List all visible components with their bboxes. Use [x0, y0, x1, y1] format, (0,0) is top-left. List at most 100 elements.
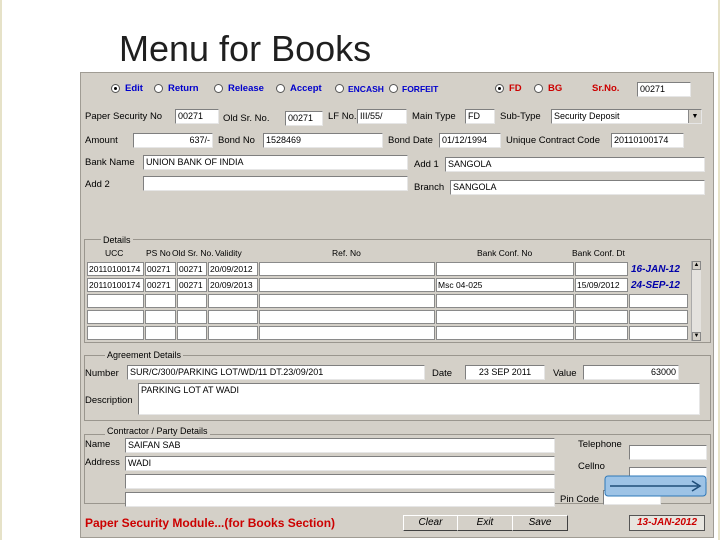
- grid-cell[interactable]: 00271: [145, 262, 176, 276]
- grid-cell[interactable]: [208, 294, 258, 308]
- grid-cell[interactable]: [208, 326, 258, 340]
- contractor-name-label: Name: [85, 439, 111, 450]
- grid-cell[interactable]: [259, 294, 435, 308]
- grid-cell[interactable]: [436, 262, 574, 276]
- grid-date-cell: 16-JAN-12: [631, 264, 680, 275]
- grid-cell[interactable]: [145, 326, 176, 340]
- agreement-value-field[interactable]: 63000: [583, 365, 679, 380]
- unique-contract-code-field[interactable]: 20110100174: [611, 133, 684, 148]
- grid-cell[interactable]: [629, 310, 688, 324]
- radio-accept[interactable]: [276, 84, 285, 93]
- col-header-bank-conf-no: Bank Conf. No: [477, 248, 533, 258]
- grid-cell[interactable]: 15/09/2012: [575, 278, 628, 292]
- bond-no-label: Bond No: [218, 135, 255, 146]
- col-header-ucc: UCC: [105, 248, 124, 258]
- bond-no-field[interactable]: 1528469: [263, 133, 383, 148]
- branch-label: Branch: [414, 182, 445, 193]
- radio-accept-label: Accept: [290, 83, 322, 94]
- grid-cell[interactable]: [436, 310, 574, 324]
- agreement-description-field[interactable]: PARKING LOT AT WADI: [138, 383, 700, 415]
- lf-no-field[interactable]: III/55/: [357, 109, 407, 124]
- bank-name-field[interactable]: UNION BANK OF INDIA: [143, 155, 408, 170]
- grid-cell[interactable]: [259, 278, 435, 292]
- grid-cell[interactable]: [87, 326, 144, 340]
- save-button[interactable]: Save: [512, 515, 568, 531]
- grid-cell[interactable]: [87, 294, 144, 308]
- radio-release[interactable]: [214, 84, 223, 93]
- grid-cell[interactable]: 00271: [145, 278, 176, 292]
- radio-bg[interactable]: [534, 84, 543, 93]
- contractor-address-line2[interactable]: [125, 474, 555, 489]
- scroll-up-icon[interactable]: ▲: [692, 261, 701, 270]
- grid-cell[interactable]: [87, 310, 144, 324]
- paper-security-no-label: Paper Security No: [85, 111, 163, 122]
- telephone-field[interactable]: [629, 445, 707, 460]
- contractor-name-field[interactable]: SAIFAN SAB: [125, 438, 555, 453]
- grid-cell[interactable]: [259, 262, 435, 276]
- details-scrollbar[interactable]: ▲ ▼: [691, 261, 701, 341]
- details-group-label: Details: [101, 235, 133, 246]
- radio-bg-label: BG: [548, 83, 563, 94]
- radio-edit-label: Edit: [125, 83, 143, 94]
- agreement-number-label: Number: [85, 368, 119, 379]
- sub-type-value: Security Deposit: [554, 111, 620, 121]
- grid-cell[interactable]: [177, 294, 207, 308]
- grid-cell[interactable]: [145, 294, 176, 308]
- grid-cell[interactable]: [575, 294, 628, 308]
- grid-cell[interactable]: [177, 310, 207, 324]
- grid-cell[interactable]: 20110100174: [87, 262, 144, 276]
- unique-contract-code-label: Unique Contract Code: [506, 135, 600, 146]
- grid-cell[interactable]: [259, 326, 435, 340]
- grid-cell[interactable]: [208, 310, 258, 324]
- sub-type-select[interactable]: Security Deposit ▼: [551, 109, 702, 124]
- add1-field[interactable]: SANGOLA: [445, 157, 705, 172]
- grid-cell[interactable]: [629, 294, 688, 308]
- radio-fd[interactable]: [495, 84, 504, 93]
- grid-cell[interactable]: [575, 310, 628, 324]
- clear-button[interactable]: Clear: [403, 515, 458, 531]
- sr-no-field[interactable]: 00271: [637, 82, 691, 97]
- grid-cell[interactable]: [177, 326, 207, 340]
- grid-cell[interactable]: 00271: [177, 262, 207, 276]
- telephone-label: Telephone: [578, 439, 622, 450]
- grid-cell[interactable]: [629, 326, 688, 340]
- agreement-description-label: Description: [85, 395, 133, 406]
- col-header-old-sr-no: Old Sr. No.: [172, 248, 214, 258]
- grid-cell[interactable]: [259, 310, 435, 324]
- radio-forfeit-label: FORFEIT: [402, 84, 439, 94]
- grid-cell[interactable]: [575, 326, 628, 340]
- grid-cell[interactable]: [436, 294, 574, 308]
- chevron-down-icon[interactable]: ▼: [688, 110, 701, 123]
- arrow-right-icon: [604, 475, 707, 497]
- radio-forfeit[interactable]: [389, 84, 398, 93]
- grid-cell[interactable]: [436, 326, 574, 340]
- grid-cell[interactable]: Msc 04-025: [436, 278, 574, 292]
- contractor-address-line3[interactable]: [125, 492, 555, 507]
- agreement-number-field[interactable]: SUR/C/300/PARKING LOT/WD/11 DT.23/09/201: [127, 365, 425, 380]
- bank-name-label: Bank Name: [85, 157, 135, 168]
- old-sr-no-field[interactable]: 00271: [285, 111, 323, 126]
- grid-cell[interactable]: [145, 310, 176, 324]
- col-header-bank-conf-dt: Bank Conf. Dt: [572, 248, 625, 258]
- main-type-field[interactable]: FD: [465, 109, 495, 124]
- scroll-down-icon[interactable]: ▼: [692, 332, 701, 341]
- radio-edit[interactable]: [111, 84, 120, 93]
- slide-left-border: [0, 0, 2, 540]
- grid-cell[interactable]: 20110100174: [87, 278, 144, 292]
- add2-field[interactable]: [143, 176, 408, 191]
- paper-security-no-field[interactable]: 00271: [175, 109, 219, 124]
- exit-button[interactable]: Exit: [457, 515, 513, 531]
- amount-field[interactable]: 637/-: [133, 133, 213, 148]
- grid-cell[interactable]: 20/09/2012: [208, 262, 258, 276]
- grid-cell[interactable]: [575, 262, 628, 276]
- radio-return[interactable]: [154, 84, 163, 93]
- branch-field[interactable]: SANGOLA: [450, 180, 705, 195]
- add1-label: Add 1: [414, 159, 439, 170]
- main-type-label: Main Type: [412, 111, 456, 122]
- grid-cell[interactable]: 00271: [177, 278, 207, 292]
- agreement-date-field[interactable]: 23 SEP 2011: [465, 365, 545, 380]
- contractor-address-line1[interactable]: WADI: [125, 456, 555, 471]
- bond-date-field[interactable]: 01/12/1994: [439, 133, 501, 148]
- grid-cell[interactable]: 20/09/2013: [208, 278, 258, 292]
- radio-encash[interactable]: [335, 84, 344, 93]
